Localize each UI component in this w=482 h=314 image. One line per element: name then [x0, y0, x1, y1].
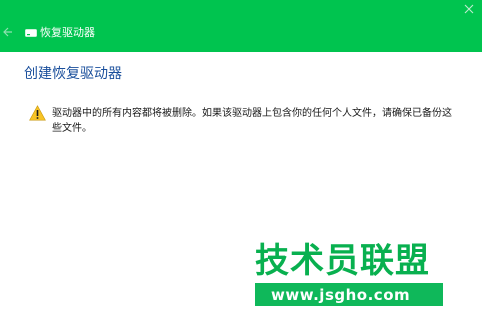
watermark-url: www.jsgho.com — [271, 286, 411, 304]
page-heading: 创建恢复驱动器 — [24, 66, 122, 82]
back-arrow-icon — [3, 27, 12, 37]
back-button[interactable] — [2, 26, 12, 38]
drive-icon — [25, 29, 37, 37]
warning-icon — [29, 105, 46, 121]
close-button[interactable] — [462, 2, 476, 16]
warning-message: 驱动器中的所有内容都将被删除。如果该驱动器上包含你的任何个人文件，请确保已备份这… — [52, 108, 452, 134]
watermark: 技术员联盟 www.jsgho.com — [255, 240, 445, 310]
window-title: 恢复驱动器 — [40, 26, 95, 39]
close-icon — [464, 4, 474, 14]
title-bar: 恢复驱动器 — [0, 0, 482, 52]
watermark-text: 技术员联盟 — [255, 241, 430, 281]
